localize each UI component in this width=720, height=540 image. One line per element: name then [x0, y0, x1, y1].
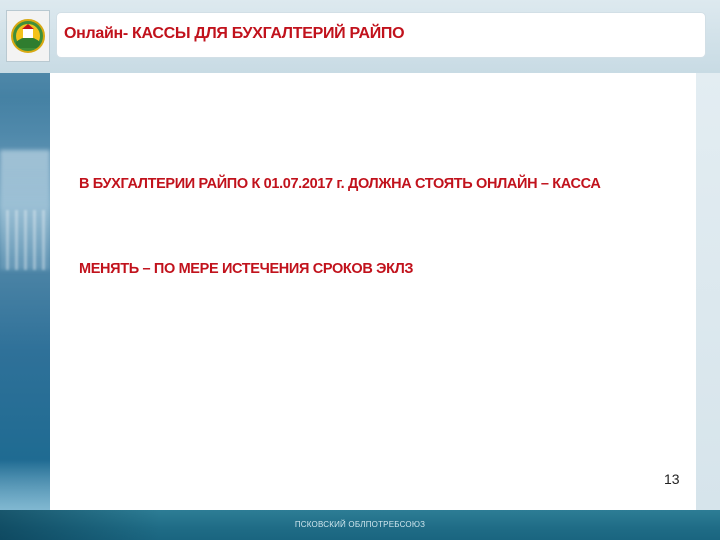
page-number: 13 — [664, 471, 680, 487]
paragraph-replace-eklz: МЕНЯТЬ – ПО МЕРЕ ИСТЕЧЕНИЯ СРОКОВ ЭКЛЗ — [79, 261, 414, 277]
cooperative-emblem-icon — [6, 10, 50, 62]
title-box: Онлайн- КАССЫ ДЛЯ БУХГАЛТЕРИЙ РАЙПО — [56, 12, 706, 58]
right-border-strip — [696, 73, 720, 510]
header-band: Онлайн- КАССЫ ДЛЯ БУХГАЛТЕРИЙ РАЙПО — [0, 0, 720, 73]
background-glow — [0, 460, 50, 510]
slide-title: Онлайн- КАССЫ ДЛЯ БУХГАЛТЕРИЙ РАЙПО — [64, 25, 405, 42]
background-photo-strip — [0, 0, 50, 540]
building-columns — [6, 210, 46, 270]
paragraph-online-cash: В БУХГАЛТЕРИИ РАЙПО К 01.07.2017 г. ДОЛЖ… — [79, 176, 601, 192]
slide-content: В БУХГАЛТЕРИИ РАЙПО К 01.07.2017 г. ДОЛЖ… — [50, 73, 696, 510]
footer-organization: ПСКОВСКИЙ ОБЛПОТРЕБСОЮЗ — [294, 520, 426, 529]
footer-bar: ПСКОВСКИЙ ОБЛПОТРЕБСОЮЗ — [0, 510, 720, 540]
